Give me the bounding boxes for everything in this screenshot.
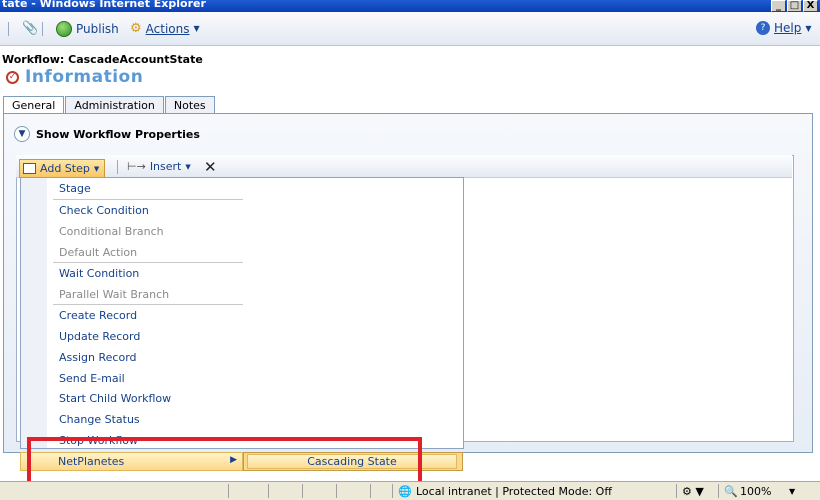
actions-label: Actions: [145, 21, 190, 36]
status-divider: [302, 484, 303, 498]
menu-separator: [53, 199, 243, 200]
status-divider: [676, 484, 677, 498]
chevron-down-icon: ▼: [185, 162, 191, 171]
menu-gutter: [21, 178, 47, 448]
menu-item-assign-record[interactable]: Assign Record: [59, 351, 137, 364]
status-divider: [268, 484, 269, 498]
chevron-down-icon: ▼: [805, 23, 812, 33]
menu-separator: [53, 262, 243, 263]
window-title-bar: tate - Windows Internet Explorer _ □ X: [0, 0, 820, 12]
menu-item-create-record[interactable]: Create Record: [59, 309, 137, 322]
insert-button[interactable]: ⊢→ Insert ▼: [127, 160, 191, 173]
zoom-icon: 🔍: [724, 485, 738, 498]
minimize-button[interactable]: _: [771, 0, 786, 12]
add-step-menu: Stage Check Condition Conditional Branch…: [20, 177, 464, 449]
show-properties-label: Show Workflow Properties: [36, 127, 200, 141]
tab-notes[interactable]: Notes: [164, 96, 215, 114]
status-bar: 🌐 Local intranet | Protected Mode: Off ⚙…: [0, 481, 820, 500]
menu-item-update-record[interactable]: Update Record: [59, 330, 140, 343]
insert-icon: ⊢→: [127, 160, 146, 173]
actions-menu-button[interactable]: ⚙ Actions ▼: [130, 21, 200, 36]
tab-administration[interactable]: Administration: [65, 96, 164, 114]
menu-item-stage[interactable]: Stage: [59, 182, 91, 195]
menu-item-wait-condition[interactable]: Wait Condition: [59, 267, 139, 280]
page-title: ✓ Information: [6, 67, 143, 87]
menu-item-conditional-branch: Conditional Branch: [59, 225, 164, 238]
delete-icon[interactable]: ✕: [204, 158, 217, 176]
workflow-name: Workflow: CascadeAccountState: [2, 53, 203, 66]
help-menu-button[interactable]: ? Help ▼: [756, 21, 812, 35]
menu-item-check-condition[interactable]: Check Condition: [59, 204, 149, 217]
menu-separator: [53, 304, 243, 305]
add-step-button[interactable]: Add Step ▼: [19, 159, 106, 178]
zoom-level[interactable]: 100%: [740, 485, 771, 498]
help-icon: ?: [756, 21, 770, 35]
attach-button[interactable]: 📎: [22, 21, 38, 36]
menu-item-send-email[interactable]: Send E-mail: [59, 372, 125, 385]
annotation-highlight-box: [27, 437, 422, 485]
menu-item-default-action: Default Action: [59, 246, 138, 259]
chevron-down-icon: ▼: [193, 24, 200, 33]
menu-item-start-child-workflow[interactable]: Start Child Workflow: [59, 392, 171, 405]
globe-icon: 🌐: [398, 485, 412, 498]
security-icon[interactable]: ⚙ ▼: [682, 485, 704, 498]
insert-label: Insert: [149, 160, 182, 173]
toolbar-separator: [42, 22, 43, 36]
paperclip-icon: 📎: [22, 21, 39, 36]
publish-button[interactable]: Publish: [56, 21, 119, 37]
menu-item-change-status[interactable]: Change Status: [59, 413, 140, 426]
add-step-icon: [23, 163, 36, 174]
publish-icon: [56, 21, 72, 37]
status-divider: [370, 484, 371, 498]
status-divider: [228, 484, 229, 498]
close-button[interactable]: X: [803, 0, 818, 12]
status-divider: [392, 484, 393, 498]
info-title: Information: [25, 67, 144, 87]
show-properties-toggle[interactable]: ▼ Show Workflow Properties: [14, 126, 200, 142]
window-title: tate - Windows Internet Explorer: [2, 0, 206, 10]
add-step-label: Add Step: [40, 162, 90, 175]
zone-status: Local intranet | Protected Mode: Off: [416, 485, 612, 498]
command-bar: 📎 Publish ⚙ Actions ▼ ? Help ▼: [0, 12, 820, 46]
checkmark-icon: ✓: [6, 70, 19, 84]
status-divider: [336, 484, 337, 498]
actions-icon: ⚙: [130, 21, 142, 36]
status-divider: [718, 484, 719, 498]
toolbar-separator: [8, 22, 9, 36]
toolbar-separator: [117, 160, 118, 174]
maximize-button[interactable]: □: [787, 0, 802, 12]
window-controls: _ □ X: [771, 0, 818, 12]
publish-label: Publish: [76, 22, 119, 36]
menu-item-parallel-wait-branch: Parallel Wait Branch: [59, 288, 170, 301]
chevron-down-icon: ▼: [93, 164, 100, 173]
chevron-down-icon[interactable]: ▼: [789, 487, 795, 496]
chevron-down-icon: ▼: [14, 126, 30, 142]
help-label: Help: [774, 21, 802, 35]
